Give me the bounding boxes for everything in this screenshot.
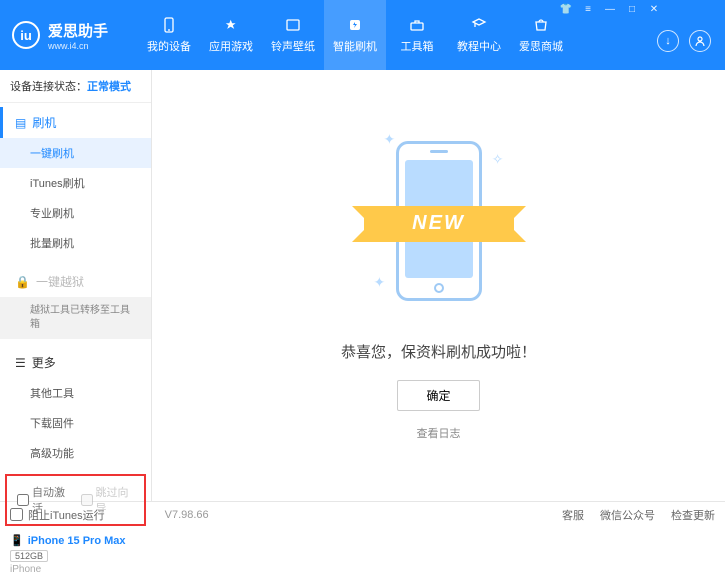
nav-smart-flash[interactable]: 智能刷机 xyxy=(324,0,386,70)
footer-link-support[interactable]: 客服 xyxy=(562,507,584,523)
menu-icon[interactable]: ≡ xyxy=(582,3,594,15)
new-ribbon: NEW xyxy=(364,206,514,242)
flash-icon xyxy=(346,16,364,34)
brand-logo-icon: iu xyxy=(12,21,40,49)
success-message: 恭喜您，保资料刷机成功啦！ xyxy=(341,341,536,362)
sidebar-head-flash[interactable]: ▤ 刷机 xyxy=(0,107,151,138)
sidebar-item-oneclick-flash[interactable]: 一键刷机 xyxy=(0,138,151,168)
ok-button[interactable]: 确定 xyxy=(397,380,479,411)
toolbox-icon xyxy=(408,16,426,34)
list-icon: ▤ xyxy=(15,116,26,130)
user-button[interactable] xyxy=(689,30,711,52)
brand-title: 爱思助手 xyxy=(48,20,108,41)
sidebar-item-batch-flash[interactable]: 批量刷机 xyxy=(0,228,151,258)
main-content: ✦ ✧ ✦ NEW 恭喜您，保资料刷机成功啦！ 确定 查看日志 xyxy=(152,70,725,501)
brand: iu 爱思助手 www.i4.cn xyxy=(12,20,108,51)
checkbox-block-itunes[interactable]: 阻止iTunes运行 xyxy=(10,507,105,523)
main-nav: 我的设备 应用游戏 铃声壁纸 智能刷机 工具箱 教程中心 爱思商城 xyxy=(138,0,572,70)
sidebar-item-pro-flash[interactable]: 专业刷机 xyxy=(0,198,151,228)
device-status: 设备连接状态：正常模式 xyxy=(0,70,151,103)
more-icon: ☰ xyxy=(15,356,26,370)
store-icon xyxy=(532,16,550,34)
sidebar-item-jailbreak-migrated: 越狱工具已转移至工具箱 xyxy=(0,297,151,339)
window-controls: 👕 ≡ — □ ✕ xyxy=(560,3,660,15)
close-icon[interactable]: ✕ xyxy=(648,3,660,15)
footer-link-update[interactable]: 检查更新 xyxy=(671,507,715,523)
skin-icon[interactable]: 👕 xyxy=(560,3,572,15)
brand-subtitle: www.i4.cn xyxy=(48,41,108,51)
maximize-icon[interactable]: □ xyxy=(626,3,638,15)
nav-toolbox[interactable]: 工具箱 xyxy=(386,0,448,70)
app-header: iu 爱思助手 www.i4.cn 我的设备 应用游戏 铃声壁纸 智能刷机 工具… xyxy=(0,0,725,70)
tutorial-icon xyxy=(470,16,488,34)
apps-icon xyxy=(222,16,240,34)
sidebar-head-jailbreak: 🔒 一键越狱 xyxy=(0,266,151,297)
wallpaper-icon xyxy=(284,16,302,34)
nav-my-device[interactable]: 我的设备 xyxy=(138,0,200,70)
device-storage: 512GB xyxy=(10,550,48,562)
view-log-link[interactable]: 查看日志 xyxy=(417,425,461,441)
version-label: V7.98.66 xyxy=(165,509,209,521)
nav-ringtones[interactable]: 铃声壁纸 xyxy=(262,0,324,70)
sidebar-item-itunes-flash[interactable]: iTunes刷机 xyxy=(0,168,151,198)
sidebar-item-other-tools[interactable]: 其他工具 xyxy=(0,378,151,408)
sidebar-head-more[interactable]: ☰ 更多 xyxy=(0,347,151,378)
minimize-icon[interactable]: — xyxy=(604,3,616,15)
sidebar: 设备连接状态：正常模式 ▤ 刷机 一键刷机 iTunes刷机 专业刷机 批量刷机… xyxy=(0,70,152,501)
sidebar-item-download-firmware[interactable]: 下载固件 xyxy=(0,408,151,438)
phone-icon xyxy=(160,16,178,34)
device-info: 📱 iPhone 15 Pro Max 512GB iPhone xyxy=(0,528,151,581)
nav-apps-games[interactable]: 应用游戏 xyxy=(200,0,262,70)
lock-icon: 🔒 xyxy=(15,275,30,289)
device-name[interactable]: 📱 iPhone 15 Pro Max xyxy=(10,534,141,547)
footer-link-wechat[interactable]: 微信公众号 xyxy=(600,507,655,523)
success-illustration: ✦ ✧ ✦ NEW xyxy=(374,131,504,321)
device-type: iPhone xyxy=(10,564,141,575)
device-phone-icon: 📱 xyxy=(10,534,24,547)
download-button[interactable]: ↓ xyxy=(657,30,679,52)
sidebar-item-advanced[interactable]: 高级功能 xyxy=(0,438,151,468)
nav-tutorials[interactable]: 教程中心 xyxy=(448,0,510,70)
